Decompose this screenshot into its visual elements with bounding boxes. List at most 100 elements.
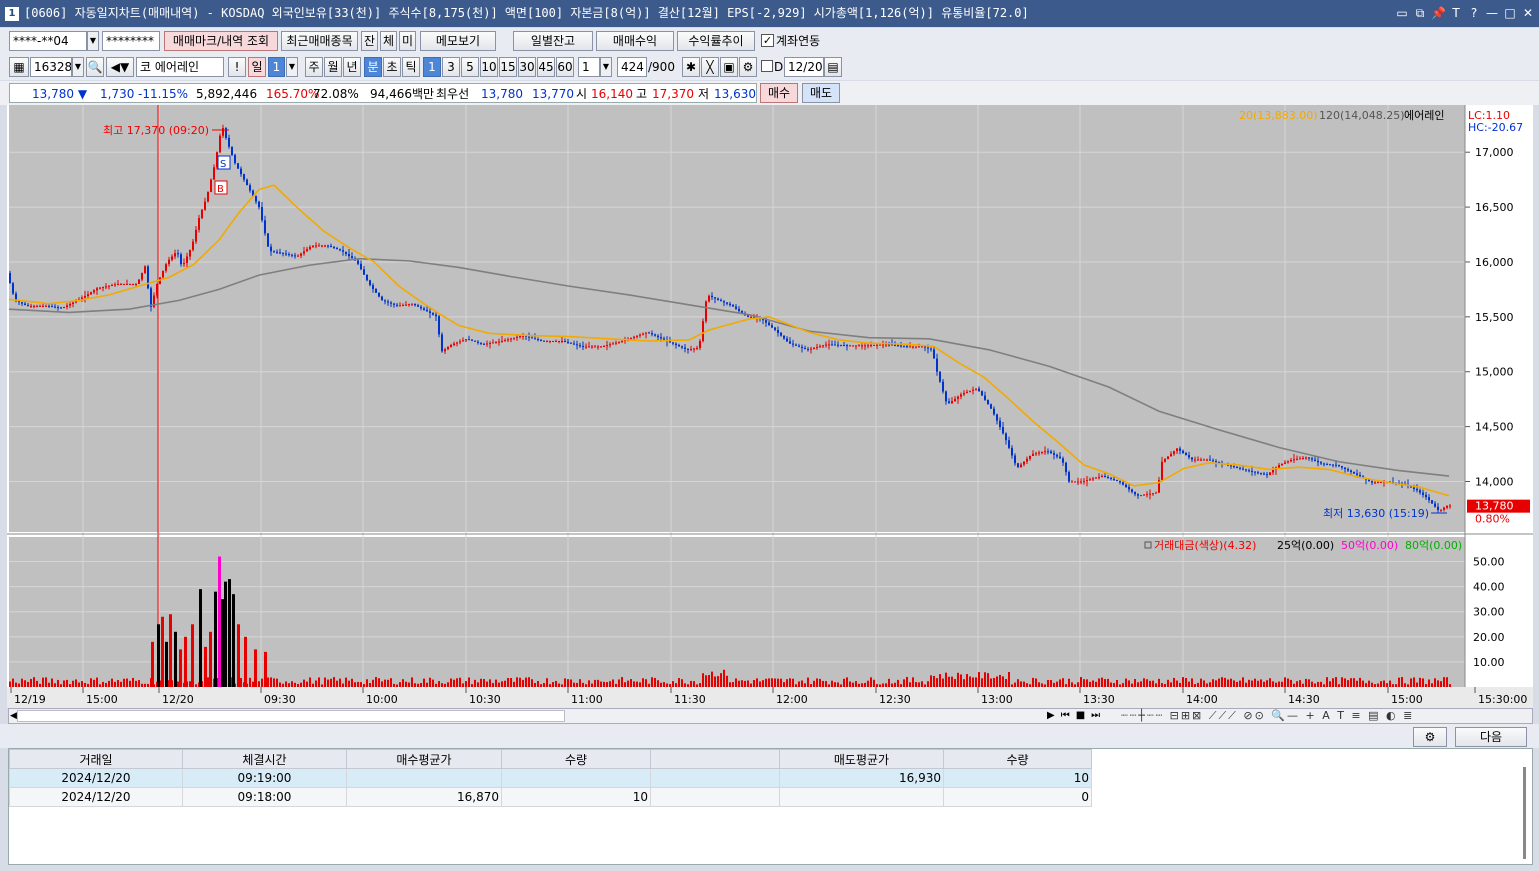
period-15[interactable]: 15 — [499, 57, 517, 77]
volume-ratio: 165.70% — [266, 87, 320, 101]
multiplier-input[interactable]: 1 — [578, 57, 600, 77]
next-button[interactable]: 다음 — [1455, 727, 1527, 747]
time-label: 12/20 — [162, 693, 194, 706]
chart-area[interactable]: 12/19 15:00 12/20 09:30 10:00 10:30 11:00 11:30… — [7, 105, 1533, 708]
col-buy-avg[interactable]: 매수평균가 — [346, 749, 502, 769]
date-input[interactable]: 12/20 — [784, 57, 824, 77]
col-exec-time[interactable]: 체결시간 — [182, 749, 347, 769]
candle-body — [795, 344, 797, 346]
period-5[interactable]: 5 — [461, 57, 479, 77]
col-sell-qty[interactable]: 수량 — [943, 749, 1092, 769]
second-button[interactable]: 초 — [383, 57, 401, 77]
volume-bar — [690, 680, 692, 687]
period-3[interactable]: 3 — [442, 57, 460, 77]
layout-icon[interactable]: ▭ — [1395, 0, 1409, 27]
sound-icon[interactable]: ◀▼ — [106, 57, 134, 77]
pin-icon[interactable]: 📌 — [1431, 0, 1446, 27]
maximize-icon[interactable]: □ — [1503, 0, 1517, 27]
code-dropdown-icon[interactable]: ▼ — [72, 57, 84, 77]
stop-icon[interactable]: ■ — [1076, 709, 1085, 723]
link-checkbox[interactable]: ✓ — [761, 34, 774, 47]
candle-body — [168, 259, 170, 265]
table-scrollbar[interactable] — [1523, 767, 1526, 859]
daily-balance-button[interactable]: 일별잔고 — [513, 31, 593, 51]
text-icon[interactable]: T — [1449, 0, 1463, 27]
stock-name-field[interactable]: 코 에어레인 — [136, 57, 224, 77]
day-count[interactable]: 1 — [268, 57, 285, 77]
max-count: /900 — [648, 60, 675, 74]
period-60[interactable]: 60 — [556, 57, 574, 77]
volume-bar — [942, 678, 944, 687]
scroll-thumb[interactable] — [17, 710, 565, 722]
price-volume-chart[interactable]: 12/19 15:00 12/20 09:30 10:00 10:30 11:00 11:30… — [7, 105, 1533, 708]
volume-bar — [468, 677, 470, 687]
col-trade-date[interactable]: 거래일 — [9, 749, 183, 769]
month-button[interactable]: 월 — [324, 57, 342, 77]
candle-body — [429, 311, 431, 314]
password-input[interactable]: ******** — [102, 31, 160, 51]
col-blank[interactable] — [650, 749, 780, 769]
candle-body — [399, 305, 401, 307]
week-button[interactable]: 주 — [305, 57, 323, 77]
period-1[interactable]: 1 — [423, 57, 441, 77]
recent-trades-button[interactable]: 최근매매종목 — [281, 31, 358, 51]
calendar-icon[interactable]: ▤ — [824, 57, 842, 77]
minimize-icon[interactable]: — — [1485, 0, 1499, 27]
chart-scrollbar[interactable]: ◀ ▶ ⏮ ■ ⏭ ┈┈┼┈┈ ⊟⊞⊠ ⟋⟋⟋ ⊘⊙ 🔍— + A T ≡ ▤ … — [8, 708, 1533, 724]
volume-bar — [1374, 684, 1376, 687]
window-icon[interactable]: ⧉ — [1413, 0, 1427, 27]
day-button[interactable]: 일 — [248, 57, 266, 77]
account-dropdown-icon[interactable]: ▼ — [87, 31, 99, 51]
year-button[interactable]: 년 — [343, 57, 361, 77]
volume-bar — [747, 680, 749, 687]
count-input[interactable]: 424 — [617, 57, 647, 77]
candle-body — [765, 320, 767, 323]
tick-button[interactable]: 틱 — [402, 57, 420, 77]
layout-toggle-icon[interactable]: ▦ — [9, 57, 29, 77]
col-sell-avg[interactable]: 매도평균가 — [779, 749, 944, 769]
memo-button[interactable]: 메모보기 — [420, 31, 496, 51]
candle-body — [1056, 454, 1058, 457]
scroll-left-icon[interactable]: ◀ — [10, 709, 17, 723]
gear-icon[interactable]: ⚙ — [739, 57, 757, 77]
period-10[interactable]: 10 — [480, 57, 498, 77]
first-icon[interactable]: ⏮ — [1061, 709, 1070, 723]
last-icon[interactable]: ⏭ — [1091, 709, 1100, 723]
candle-body — [1359, 474, 1361, 477]
panel-gear-icon[interactable]: ⚙ — [1413, 727, 1447, 747]
candle-body — [465, 339, 467, 341]
buy-button[interactable]: 매수 — [760, 83, 798, 103]
unexecuted-tab[interactable]: 미 — [399, 31, 416, 51]
date-checkbox[interactable] — [761, 60, 773, 72]
col-buy-qty[interactable]: 수량 — [501, 749, 651, 769]
sell-button[interactable]: 매도 — [802, 83, 840, 103]
candle-body — [780, 332, 782, 336]
search-icon[interactable]: 🔍 — [86, 57, 104, 77]
executed-tab[interactable]: 체 — [380, 31, 397, 51]
day-count-dropdown-icon[interactable]: ▼ — [286, 57, 298, 77]
code-input[interactable]: 163280 — [30, 57, 72, 77]
multiplier-dropdown-icon[interactable]: ▼ — [600, 57, 612, 77]
chart-tool-icon[interactable]: ✱ — [682, 57, 700, 77]
return-trend-button[interactable]: 수익률추이 — [677, 31, 755, 51]
candle-body — [1299, 458, 1301, 460]
scroll-right-icon[interactable]: ▶ — [1047, 709, 1055, 723]
table-row[interactable]: 2024/12/20 09:18:00 16,870 10 0 — [9, 787, 1092, 807]
volume-bar — [456, 678, 458, 687]
period-30[interactable]: 30 — [518, 57, 536, 77]
candle-body — [699, 341, 701, 348]
trade-profit-button[interactable]: 매매수익 — [596, 31, 674, 51]
mark-query-button[interactable]: 매매마크/내역 조회 — [164, 31, 278, 51]
drawing-tools-icon[interactable]: ┈┈┼┈┈ ⊟⊞⊠ ⟋⟋⟋ ⊘⊙ 🔍— + A T ≡ ▤ ◐ ≣ — [1121, 709, 1414, 723]
account-select[interactable]: ****-**04 — [9, 31, 87, 51]
period-45[interactable]: 45 — [537, 57, 555, 77]
minute-button[interactable]: 분 — [364, 57, 382, 77]
table-row[interactable]: 2024/12/20 09:19:00 16,930 10 — [9, 768, 1092, 788]
balance-tab[interactable]: 잔 — [361, 31, 378, 51]
draw-tool-icon[interactable]: ╳ — [701, 57, 719, 77]
warning-button[interactable]: ! — [228, 57, 246, 77]
help-icon[interactable]: ? — [1467, 0, 1481, 27]
save-icon[interactable]: ▣ — [720, 57, 738, 77]
close-icon[interactable]: ✕ — [1521, 0, 1535, 27]
candle-body — [243, 174, 245, 180]
